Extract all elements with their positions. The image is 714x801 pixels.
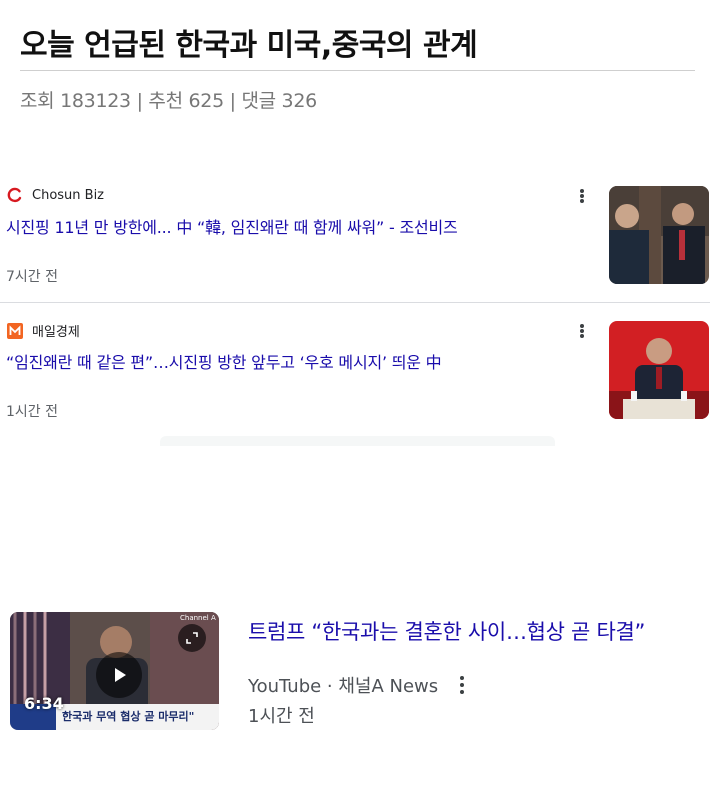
video-thumb-caption: 한국과 무역 협상 곧 마무리" [62, 710, 195, 723]
video-duration: 6:34 [24, 694, 64, 713]
title-divider [20, 70, 695, 71]
video-title-link[interactable]: 트럼프 “한국과는 결혼한 사이…협상 곧 타결” [248, 616, 645, 646]
post-stats: 조회 183123 | 추천 625 | 댓글 326 [20, 90, 317, 112]
video-age: 1시간 전 [248, 706, 315, 727]
video-result[interactable]: 6:34 한국과 무역 협상 곧 마무리" Channel A 트럼프 “한국과… [0, 600, 714, 740]
more-options-icon[interactable] [454, 674, 470, 696]
news-headline-link[interactable]: 시진핑 11년 만 방한에... 中 “韓, 임진왜란 때 함께 싸워” - 조… [6, 214, 586, 238]
news-card[interactable]: Chosun Biz 시진핑 11년 만 방한에... 中 “韓, 임진왜란 때… [0, 180, 714, 302]
video-source: YouTube · 채널A News [248, 676, 439, 697]
news-headline-link[interactable]: “임진왜란 때 같은 편”…시진핑 방한 앞두고 ‘우호 메시지’ 띄운 中 [6, 349, 586, 373]
news-thumbnail-image[interactable] [609, 186, 709, 284]
news-thumbnail-image[interactable] [609, 321, 709, 419]
card-divider [0, 302, 710, 303]
expand-icon[interactable] [178, 624, 206, 652]
post-title: 오늘 언급된 한국과 미국,중국의 관계 [20, 28, 478, 63]
video-source-row: YouTube · 채널A News [248, 672, 470, 698]
news-source: 매일경제 [6, 321, 80, 340]
maeil-kyungje-logo-icon [6, 322, 24, 340]
news-card[interactable]: 매일경제 “임진왜란 때 같은 편”…시진핑 방한 앞두고 ‘우호 메시지’ 띄… [0, 315, 714, 437]
play-icon[interactable] [96, 652, 142, 698]
more-options-icon[interactable] [574, 187, 590, 205]
news-source: Chosun Biz [6, 186, 104, 204]
news-age: 7시간 전 [6, 269, 58, 285]
chosun-biz-logo-icon [6, 186, 24, 204]
collapsed-section-edge [160, 436, 555, 446]
video-thumb-channel: Channel A [180, 614, 216, 622]
video-thumbnail[interactable]: 6:34 한국과 무역 협상 곧 마무리" Channel A [10, 612, 219, 730]
news-source-name: Chosun Biz [32, 187, 105, 203]
news-source-name: 매일경제 [32, 325, 80, 340]
more-options-icon[interactable] [574, 322, 590, 340]
news-age: 1시간 전 [6, 404, 58, 420]
